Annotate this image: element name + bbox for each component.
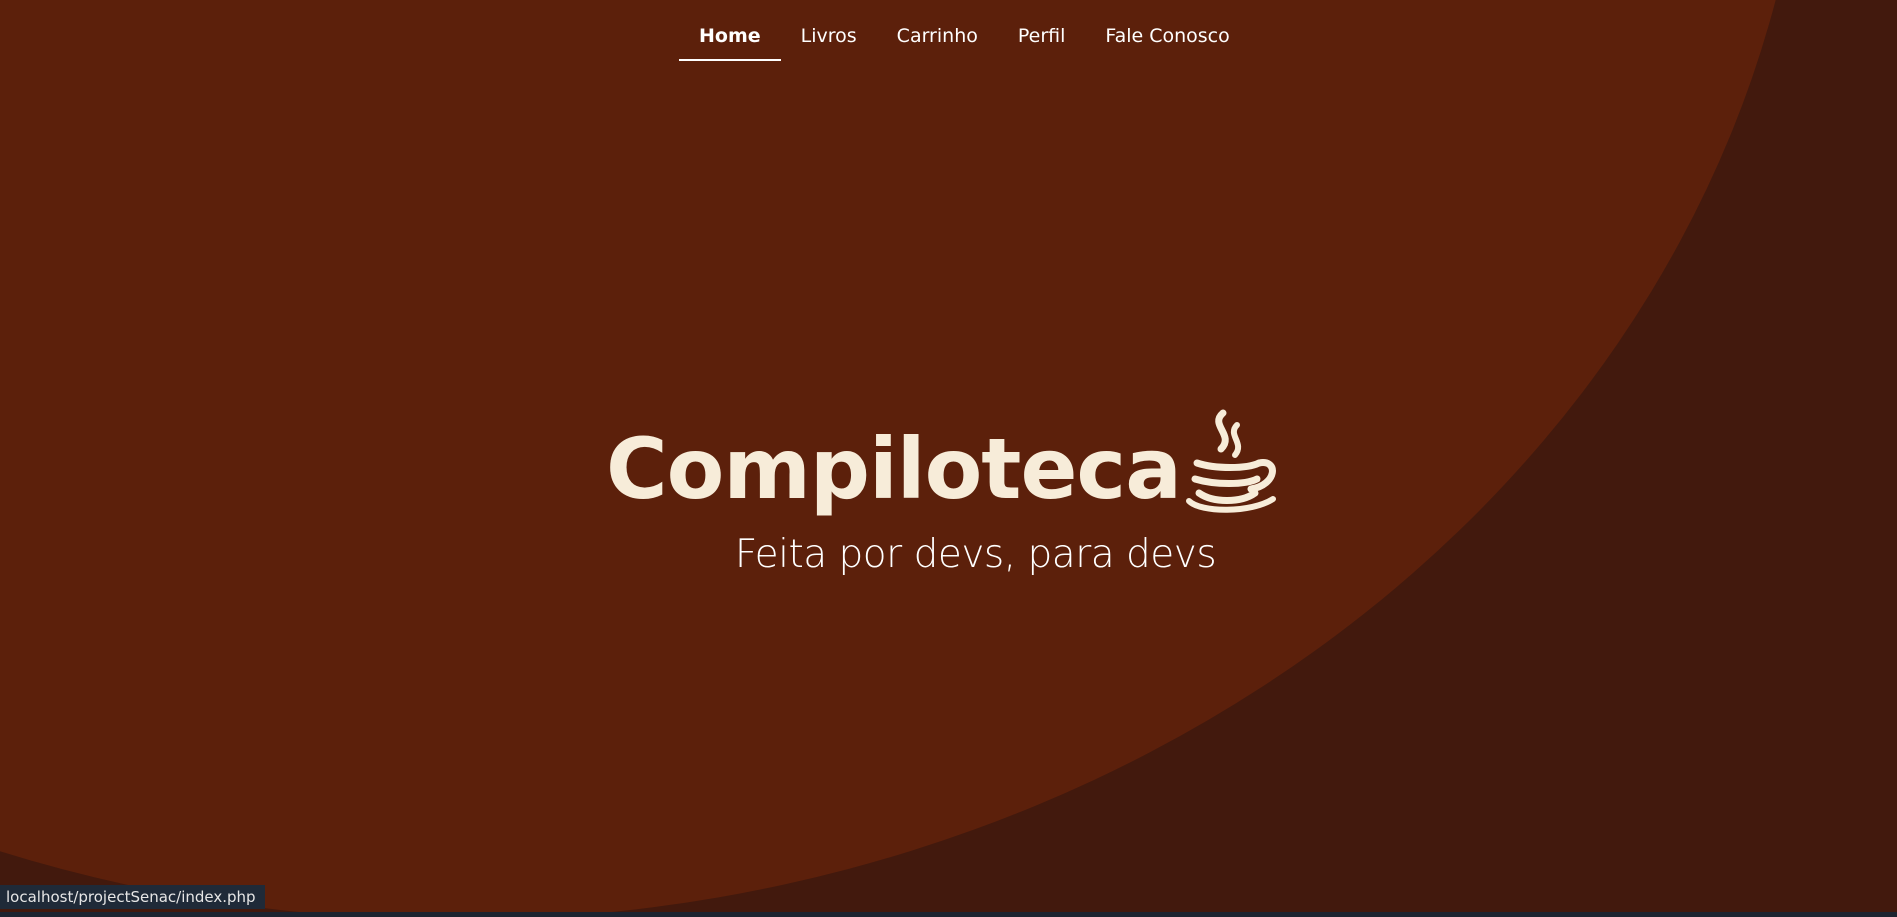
taskbar-strip [0, 912, 1897, 917]
status-bar-url: localhost/projectSenac/index.php [0, 885, 265, 909]
nav-livros[interactable]: Livros [781, 0, 877, 59]
hero: Compiloteca Feita por devs, para devs [0, 400, 1897, 600]
page: Home Livros Carrinho Perfil Fale Conosco… [0, 0, 1897, 917]
logo: Compiloteca [606, 405, 1280, 519]
nav-fale-conosco[interactable]: Fale Conosco [1085, 0, 1249, 59]
logo-text: Compiloteca [606, 420, 1182, 518]
tagline: Feita por devs, para devs [734, 532, 1217, 577]
nav-carrinho[interactable]: Carrinho [877, 0, 998, 59]
java-coffee-cup-icon [1185, 409, 1276, 513]
nav-perfil[interactable]: Perfil [998, 0, 1086, 59]
main-nav: Home Livros Carrinho Perfil Fale Conosco [679, 0, 1250, 61]
nav-home[interactable]: Home [679, 0, 781, 61]
